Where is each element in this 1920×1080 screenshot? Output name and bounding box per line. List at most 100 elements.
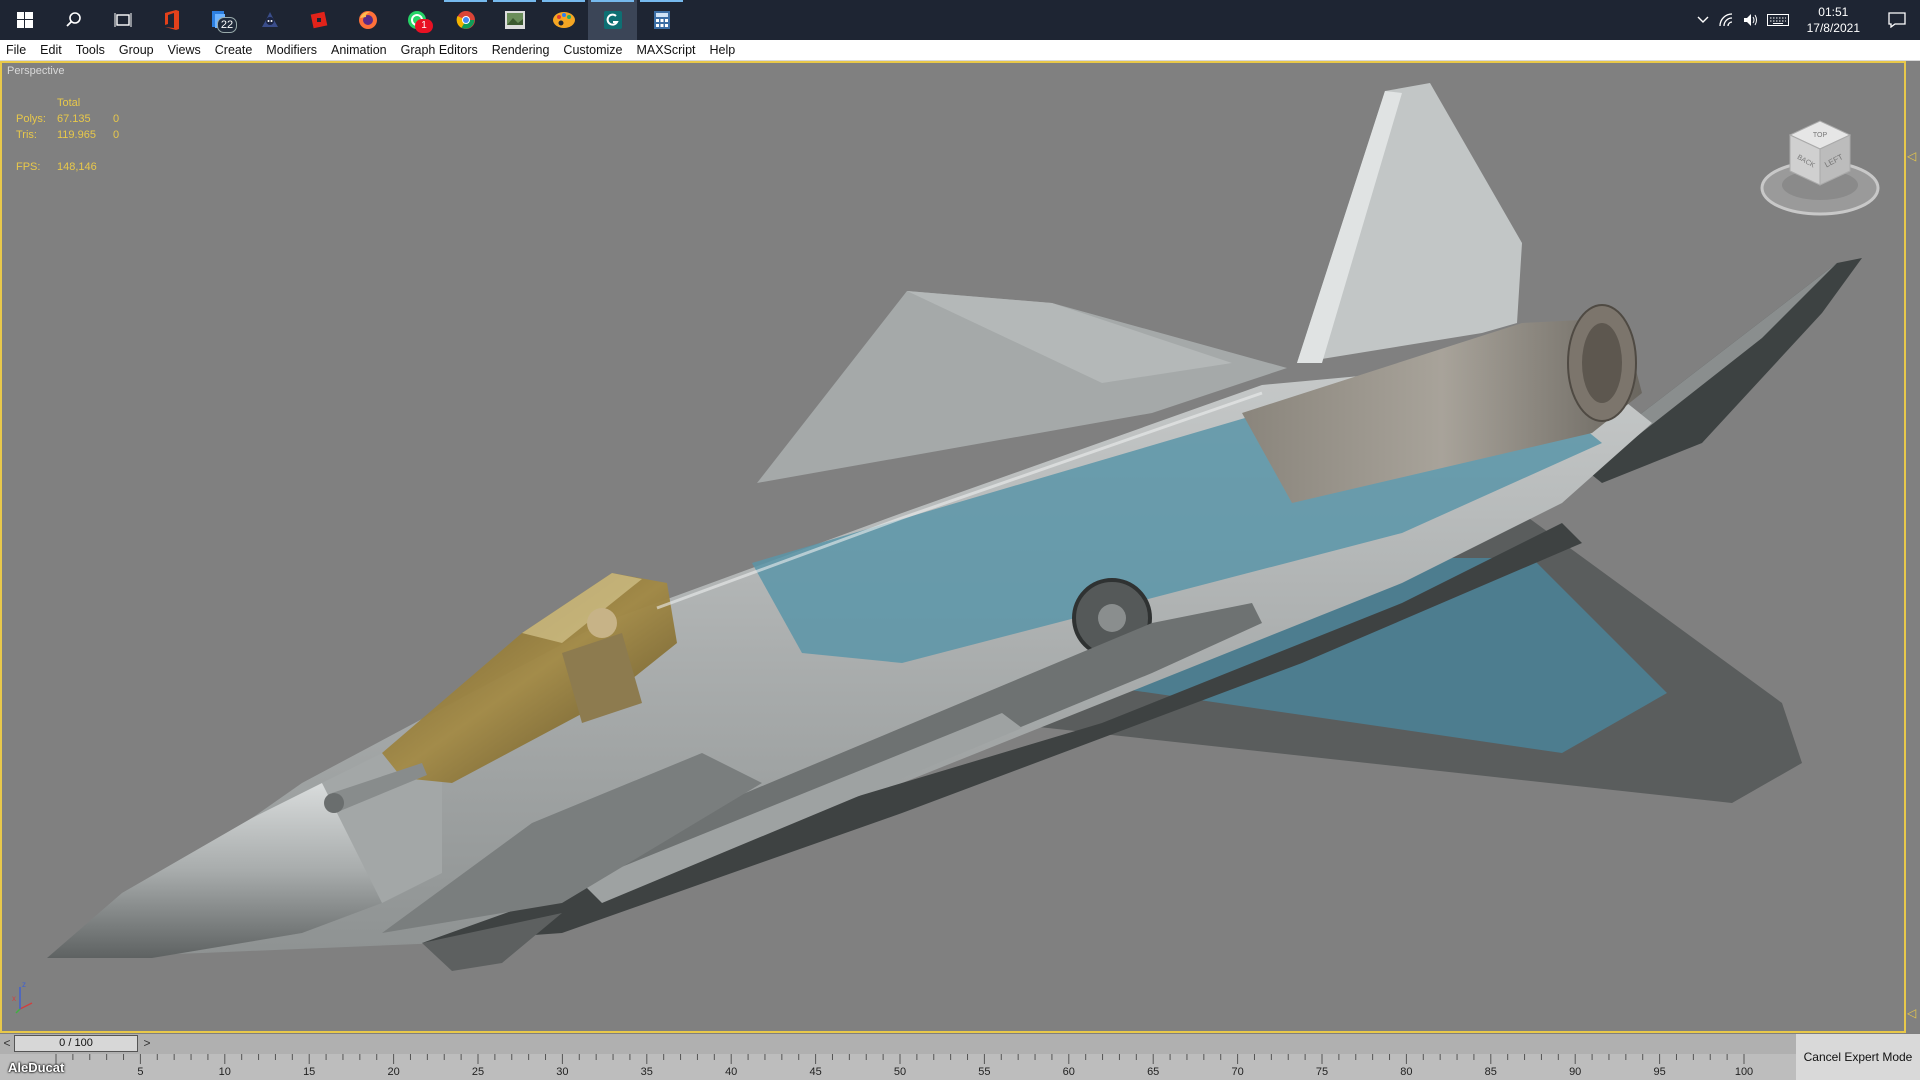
time-slider-next-button[interactable]: > bbox=[140, 1036, 154, 1052]
calculator-icon bbox=[653, 11, 670, 29]
taskbar-app-office[interactable] bbox=[147, 0, 196, 40]
axis-x-label: x bbox=[12, 994, 16, 1003]
office-icon bbox=[164, 10, 179, 30]
main-menu-bar: File Edit Tools Group Views Create Modif… bbox=[0, 40, 1920, 61]
track-bar-tick-label: 95 bbox=[1653, 1066, 1666, 1078]
track-bar-tick-label: 30 bbox=[556, 1066, 569, 1078]
track-bar-tick-label: 50 bbox=[893, 1066, 907, 1078]
roblox-icon bbox=[310, 11, 327, 29]
taskbar-app-calculator[interactable] bbox=[637, 0, 686, 40]
track-bar-tick-label: 70 bbox=[1231, 1066, 1244, 1078]
track-bar-tick-label: 75 bbox=[1315, 1066, 1329, 1078]
viewcube-top-label: TOP bbox=[1813, 132, 1828, 139]
track-bar-tick-label: 80 bbox=[1400, 1066, 1413, 1078]
taskbar-app-chrome[interactable] bbox=[441, 0, 490, 40]
pilot-helmet bbox=[587, 608, 617, 638]
track-bar-tick-label: 100 bbox=[1734, 1066, 1754, 1078]
taskbar-app-firefox[interactable] bbox=[343, 0, 392, 40]
taskbar-app-game[interactable] bbox=[245, 0, 294, 40]
menu-rendering[interactable]: Rendering bbox=[485, 40, 557, 60]
time-slider-thumb[interactable]: 0 / 100 bbox=[14, 1035, 138, 1052]
taskbar-clock[interactable]: 01:51 17/8/2021 bbox=[1793, 4, 1874, 36]
stats-fps-label: FPS: bbox=[16, 161, 41, 173]
track-bar-tick-label: 20 bbox=[387, 1066, 400, 1078]
rail-marker-top-icon: ◁ bbox=[1907, 149, 1917, 163]
perspective-viewport[interactable]: Perspective Total Polys: 67.135 0 Tris: … bbox=[0, 61, 1906, 1033]
paint-palette-icon bbox=[552, 12, 575, 28]
taskbar-app-whatsapp[interactable]: 1 bbox=[392, 0, 441, 40]
time-slider[interactable]: < 0 / 100 > bbox=[0, 1034, 1920, 1054]
menu-create[interactable]: Create bbox=[208, 40, 260, 60]
search-button[interactable] bbox=[49, 0, 98, 40]
axis-tripod: z x bbox=[12, 980, 33, 1014]
menu-help[interactable]: Help bbox=[703, 40, 743, 60]
track-bar-tick-label: 65 bbox=[1147, 1066, 1160, 1078]
firefox-icon bbox=[358, 11, 377, 29]
keyboard-icon bbox=[1766, 14, 1789, 26]
notification-icon bbox=[1888, 12, 1906, 28]
track-bar-tick-label: 45 bbox=[809, 1066, 822, 1078]
author-watermark: AleDucat bbox=[8, 1060, 65, 1075]
cancel-expert-mode-button[interactable]: Cancel Expert Mode bbox=[1796, 1034, 1920, 1080]
stats-tris-value: 119.965 bbox=[57, 129, 96, 141]
track-bar-tick-label: 40 bbox=[725, 1066, 738, 1078]
viewport-label[interactable]: Perspective bbox=[7, 65, 64, 77]
task-view-icon bbox=[114, 13, 131, 27]
clock-time: 01:51 bbox=[1818, 5, 1849, 19]
taskbar-app-roblox[interactable] bbox=[294, 0, 343, 40]
windows-taskbar: 22 1 01:51 17/8/2021 bbox=[0, 0, 1920, 40]
track-bar-tick-label: 5 bbox=[137, 1066, 144, 1078]
stats-polys-label: Polys: bbox=[16, 113, 46, 125]
jet-fighter-model[interactable] bbox=[2, 63, 1904, 1031]
task-view-button[interactable] bbox=[98, 0, 147, 40]
network-button[interactable] bbox=[1716, 9, 1738, 31]
action-center-button[interactable] bbox=[1875, 9, 1919, 31]
menu-edit[interactable]: Edit bbox=[33, 40, 69, 60]
game-app-icon bbox=[261, 12, 278, 27]
track-bar-tick-label: 60 bbox=[1062, 1066, 1075, 1078]
track-bar-tick-label: 10 bbox=[218, 1066, 231, 1078]
viewport-statistics: Total Polys: 67.135 0 Tris: 119.965 0 FP… bbox=[16, 95, 119, 175]
menu-file[interactable]: File bbox=[0, 40, 33, 60]
show-hidden-icons-button[interactable] bbox=[1692, 9, 1714, 31]
stats-polys-value: 67.135 bbox=[57, 113, 91, 125]
chrome-icon bbox=[456, 11, 475, 29]
keyboard-button[interactable] bbox=[1764, 9, 1792, 31]
stats-tris-label: Tris: bbox=[16, 129, 37, 141]
menu-group[interactable]: Group bbox=[112, 40, 161, 60]
menu-modifiers[interactable]: Modifiers bbox=[259, 40, 324, 60]
time-slider-prev-button[interactable]: < bbox=[0, 1036, 14, 1052]
start-icon bbox=[16, 12, 33, 28]
volume-button[interactable] bbox=[1740, 9, 1762, 31]
stats-tris-selected: 0 bbox=[113, 129, 120, 141]
menu-maxscript[interactable]: MAXScript bbox=[629, 40, 702, 60]
start-button[interactable] bbox=[0, 0, 49, 40]
viewcube[interactable]: TOP BACK LEFT bbox=[1760, 113, 1890, 223]
rail-marker-bottom-icon: ◁ bbox=[1907, 1006, 1917, 1020]
track-bar[interactable]: 5 10 15 20 25 30 35 40 45 50 55 60 65 70 75 80 85 90 95 100… bbox=[0, 1054, 1796, 1080]
track-bar-tick-label: 25 bbox=[471, 1066, 485, 1078]
menu-graph-editors[interactable]: Graph Editors bbox=[394, 40, 485, 60]
taskbar-app-explorer[interactable]: 22 bbox=[196, 0, 245, 40]
track-bar-tick-label: 90 bbox=[1569, 1066, 1582, 1078]
taskbar-app-image-viewer[interactable] bbox=[490, 0, 539, 40]
system-tray: 01:51 17/8/2021 bbox=[1691, 0, 1920, 40]
track-bar-tick-label: 35 bbox=[640, 1066, 653, 1078]
taskbar-app-3ds-max[interactable] bbox=[588, 0, 637, 40]
whatsapp-badge: 1 bbox=[415, 19, 433, 33]
track-bar-tick-label: 85 bbox=[1484, 1066, 1497, 1078]
track-bar-tick-label: 55 bbox=[978, 1066, 991, 1078]
menu-animation[interactable]: Animation bbox=[324, 40, 394, 60]
stats-fps-value: 148,146 bbox=[57, 161, 97, 173]
stats-polys-selected: 0 bbox=[113, 113, 120, 125]
chevron-up-icon bbox=[1697, 16, 1709, 23]
menu-tools[interactable]: Tools bbox=[69, 40, 112, 60]
menu-customize[interactable]: Customize bbox=[556, 40, 629, 60]
image-viewer-icon bbox=[504, 11, 525, 29]
3ds-max-icon bbox=[603, 11, 622, 29]
axis-z-label: z bbox=[22, 980, 26, 989]
wifi-icon bbox=[1718, 13, 1732, 27]
taskbar-app-palette[interactable] bbox=[539, 0, 588, 40]
viewport-right-rail: ◁ ◁ bbox=[1906, 61, 1920, 1033]
menu-views[interactable]: Views bbox=[161, 40, 208, 60]
